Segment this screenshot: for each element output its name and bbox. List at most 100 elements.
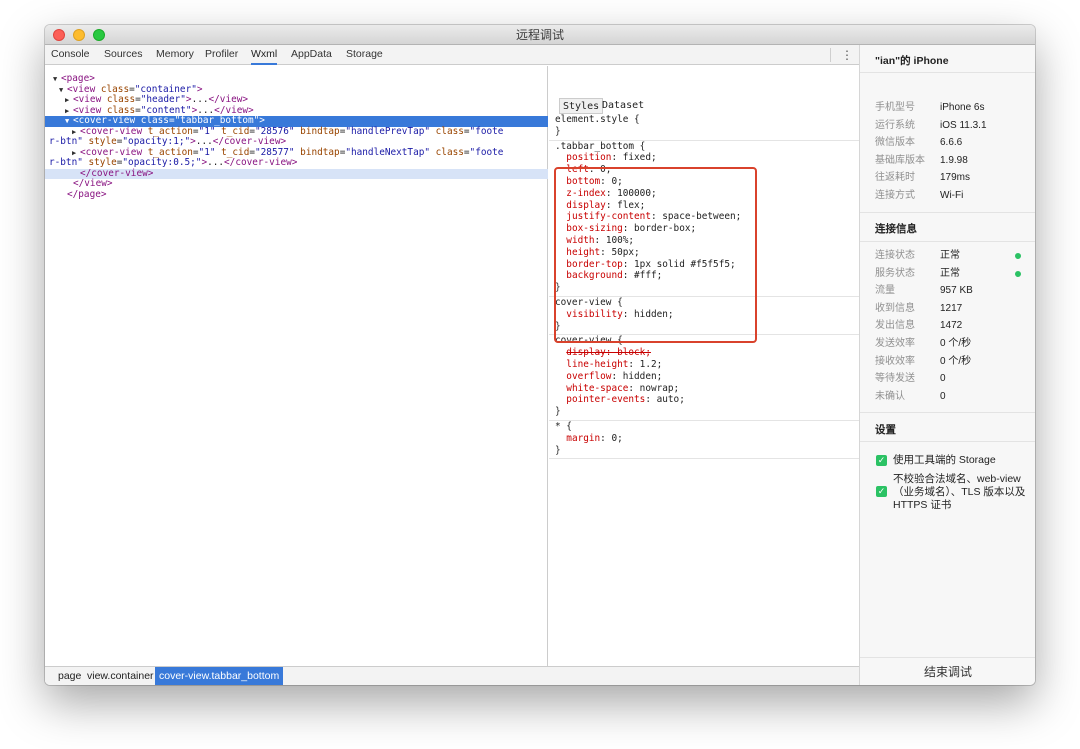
- style-rule: cover-view { display: block; line-height…: [555, 336, 859, 419]
- wxml-token: "foote: [469, 146, 504, 158]
- connection-info-row: 收到信息 1217: [875, 300, 1035, 317]
- css-property: margin: [566, 432, 601, 444]
- breadcrumb-item-view-container[interactable]: view.container: [87, 667, 154, 685]
- storage-option-label: 使用工具端的 Storage: [893, 454, 996, 466]
- info-value: 正常: [940, 267, 960, 279]
- device-info-sidebar: "ian"的 iPhone 手机型号 iPhone 6s 运行系统 iOS 11.3.…: [859, 45, 1035, 685]
- connection-info-row: 接收效率 0 个/秒: [875, 353, 1035, 370]
- wxml-token: "handleNextTap": [345, 146, 436, 158]
- close-window-button[interactable]: [53, 29, 65, 41]
- info-value: 0: [940, 373, 946, 385]
- wxml-token: class: [435, 146, 464, 158]
- info-value: 0 个/秒: [940, 355, 972, 367]
- wxml-token: >: [196, 83, 203, 95]
- css-value: : 1.2;: [628, 358, 663, 370]
- wxml-token: style: [88, 157, 117, 168]
- wxml-token: "handlePrevTap": [345, 125, 436, 137]
- css-value: : fixed;: [611, 152, 657, 164]
- connection-info-row: 等待发送 0: [875, 370, 1035, 387]
- devtools-window: 远程调试 Console Sources Memory Profiler Wxm…: [45, 25, 1035, 685]
- breadcrumb-item-cover-view[interactable]: cover-view.tabbar_bottom: [155, 667, 284, 685]
- css-property: overflow: [566, 370, 612, 382]
- tab-storage[interactable]: Storage: [346, 45, 383, 65]
- window-title: 远程调试: [515, 28, 564, 42]
- wxml-token: "header": [140, 94, 186, 105]
- expand-arrow-icon[interactable]: ▼: [59, 85, 67, 96]
- wxml-token: "opacity:0.5;": [122, 157, 202, 168]
- end-debug-button[interactable]: 结束调试: [860, 657, 1035, 685]
- wxml-node[interactable]: </page>: [45, 188, 548, 201]
- rule-close-brace: }: [555, 444, 561, 456]
- storage-checkbox[interactable]: ✓: [876, 455, 887, 466]
- wxml-token: ...: [191, 94, 209, 105]
- device-info-row: 往返耗时 179ms: [875, 169, 1035, 186]
- tab-appdata[interactable]: AppData: [291, 45, 332, 65]
- tab-profiler[interactable]: Profiler: [205, 45, 238, 65]
- info-key: 流量: [875, 285, 895, 297]
- wxml-token: <view: [67, 83, 101, 95]
- wxml-token: class: [140, 115, 169, 126]
- expand-arrow-icon[interactable]: ▼: [65, 116, 73, 127]
- wxml-token: </cover-view>: [224, 157, 298, 168]
- info-value: 6.6.6: [940, 137, 963, 149]
- wxml-token: <view: [73, 94, 107, 105]
- info-key: 接收效率: [875, 355, 915, 367]
- wxml-token: <page>: [61, 73, 95, 84]
- wxml-token: <view: [73, 104, 107, 116]
- tab-styles[interactable]: Styles: [559, 98, 604, 114]
- css-declaration[interactable]: pointer-events: auto;: [555, 395, 859, 407]
- collapse-arrow-icon[interactable]: ▶: [65, 106, 73, 117]
- tab-console[interactable]: Console: [51, 45, 90, 65]
- divider: [860, 441, 1035, 442]
- devtools-panel: Console Sources Memory Profiler Wxml App…: [45, 45, 859, 685]
- wxml-token: t_cid: [221, 125, 250, 137]
- css-declaration[interactable]: margin: 0;: [555, 432, 859, 446]
- tab-wxml[interactable]: Wxml: [251, 45, 278, 65]
- breadcrumb: page view.container cover-view.tabbar_bo…: [45, 666, 859, 685]
- tab-sources[interactable]: Sources: [104, 45, 143, 65]
- wxml-token: class: [106, 104, 136, 116]
- breadcrumb-item-page[interactable]: page: [58, 667, 81, 685]
- wxml-token: t_cid: [221, 146, 250, 158]
- info-key: 等待发送: [875, 373, 915, 385]
- tab-dataset[interactable]: Dataset: [599, 98, 647, 114]
- connection-info-row: 服务状态 正常: [875, 265, 1035, 282]
- more-options-icon[interactable]: ⋮: [841, 47, 853, 63]
- highlight-box: [554, 167, 757, 343]
- wxml-node[interactable]: </cover-view>: [45, 167, 548, 179]
- info-key: 未确认: [875, 390, 905, 402]
- rule-selector: element.style {: [555, 114, 640, 125]
- info-value: Wi-Fi: [940, 190, 964, 201]
- wxml-token: </cover-view>: [80, 167, 154, 179]
- wxml-token: </page>: [67, 188, 107, 200]
- css-property: position: [566, 152, 612, 164]
- css-value: : hidden;: [611, 370, 663, 382]
- style-rule: element.style {}: [555, 114, 859, 139]
- connection-info-row: 流量 957 KB: [875, 282, 1035, 299]
- rule-close-brace: }: [555, 125, 561, 137]
- info-value: 957 KB: [940, 285, 973, 297]
- collapse-arrow-icon[interactable]: ▶: [65, 95, 73, 106]
- skip-domain-check-checkbox[interactable]: ✓: [876, 486, 887, 497]
- maximize-window-button[interactable]: [93, 29, 105, 41]
- status-ok-icon: [1015, 270, 1021, 277]
- info-key: 基础库版本: [875, 154, 925, 166]
- expand-arrow-icon[interactable]: ▼: [53, 74, 61, 85]
- tab-memory[interactable]: Memory: [156, 45, 194, 65]
- wxml-token: <cover-view: [80, 146, 148, 158]
- info-value: 0: [940, 390, 946, 402]
- wxml-node[interactable]: </view>: [45, 178, 548, 190]
- wxml-token: t_action: [147, 146, 193, 158]
- wxml-token: "tabbar_bottom": [174, 115, 260, 126]
- rule-divider: [549, 458, 859, 460]
- info-key: 微信版本: [875, 137, 915, 149]
- minimize-window-button[interactable]: [73, 29, 85, 41]
- css-value: : auto;: [645, 394, 685, 406]
- wxml-token: "1": [198, 146, 222, 158]
- wxml-token: "opacity:1;": [122, 136, 191, 147]
- tabbar-divider: [830, 48, 831, 62]
- wxml-tree-panel: ▼ <page> ▼ <view class="container"> ▶ <view c…: [45, 66, 548, 666]
